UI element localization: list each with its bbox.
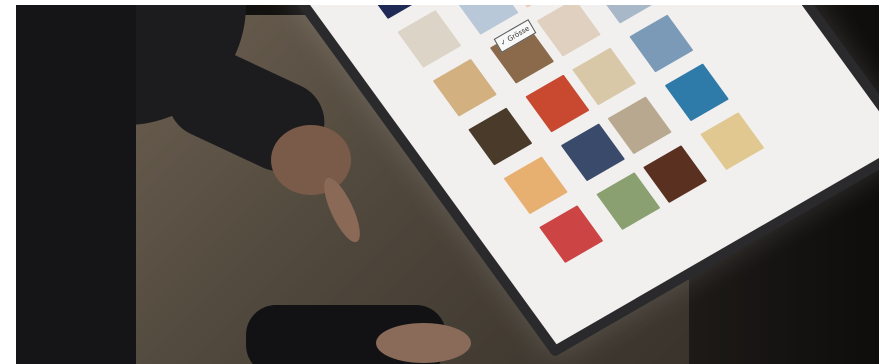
lower-hand (376, 323, 471, 363)
artwork-thumbnail[interactable] (432, 58, 497, 117)
artwork-thumbnail[interactable] (525, 74, 590, 133)
photograph (16, 5, 879, 364)
person-body (16, 5, 136, 364)
artwork-thumbnail[interactable] (572, 47, 637, 106)
artwork-thumbnail[interactable] (539, 205, 604, 264)
artwork-thumbnail[interactable] (607, 96, 672, 155)
artwork-thumbnail[interactable] (361, 5, 426, 19)
artwork-thumbnail[interactable] (468, 107, 533, 166)
artwork-thumbnail[interactable] (629, 14, 694, 73)
artwork-thumbnail[interactable] (560, 123, 625, 182)
artwork-thumbnail[interactable] (593, 5, 658, 24)
artwork-thumbnail[interactable] (536, 5, 601, 57)
artwork-thumbnail[interactable] (503, 156, 568, 215)
artwork-thumbnail[interactable] (643, 145, 708, 204)
artwork-thumbnail[interactable] (700, 112, 765, 171)
artwork-thumbnail[interactable] (664, 63, 729, 122)
left-margin (0, 0, 16, 364)
artwork-thumbnail[interactable] (397, 9, 462, 68)
artwork-thumbnail[interactable] (596, 172, 661, 231)
photo-frame: ✓ Grösse (0, 0, 879, 364)
